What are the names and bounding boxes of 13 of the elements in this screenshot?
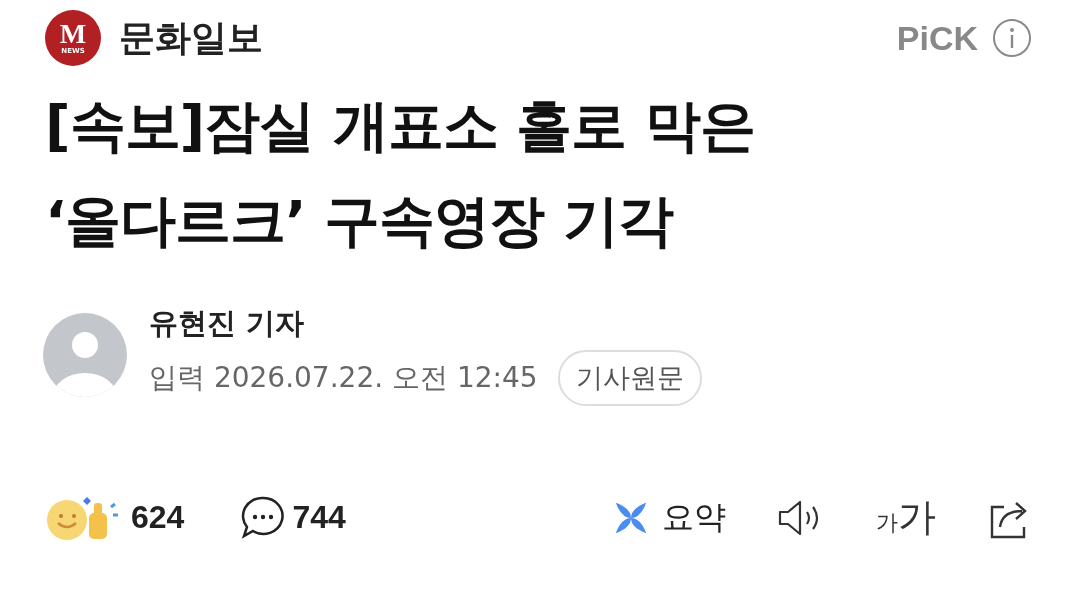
publish-date: 입력 2026.07.22. 오전 12:45 bbox=[149, 360, 538, 396]
comment-count: 744 bbox=[292, 499, 346, 536]
original-article-button[interactable]: 기사원문 bbox=[557, 350, 702, 406]
logo-letter: M bbox=[59, 20, 87, 47]
summary-button[interactable]: 요약 bbox=[662, 495, 726, 540]
reaction-count: 624 bbox=[131, 499, 185, 536]
comment-icon[interactable] bbox=[240, 494, 287, 541]
publisher-name[interactable]: 문화일보 bbox=[119, 13, 263, 63]
reporter-name[interactable]: 유현진 기자 bbox=[149, 304, 702, 344]
font-size-button[interactable]: 가가 bbox=[876, 492, 936, 543]
info-icon[interactable] bbox=[992, 18, 1032, 58]
pick-label: PiCK bbox=[896, 18, 978, 58]
headline: [속보]잠실 개표소 홀로 막은 ‘올다르크’ 구속영장 기각 bbox=[45, 92, 756, 255]
